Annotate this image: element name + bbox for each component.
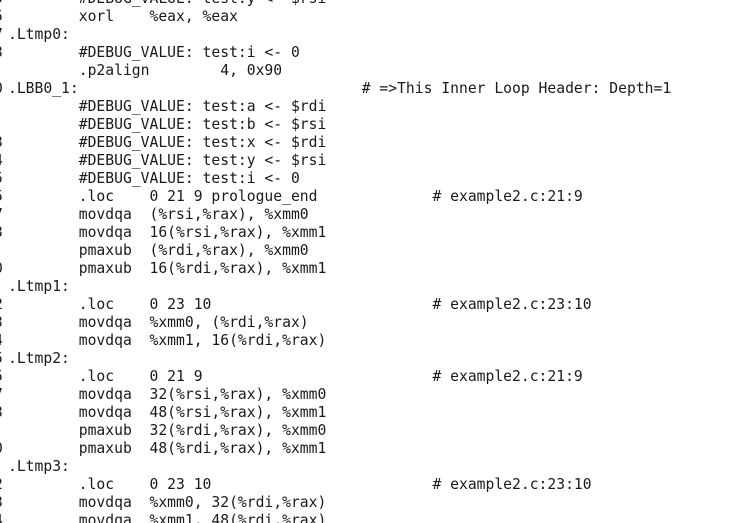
line-number-fragment: 4 (0, 512, 4, 523)
code-line: 3 #DEBUG_VALUE: test:i <- 0 (0, 44, 749, 62)
line-number-fragment: 5 (0, 350, 4, 368)
code-line: 7.Ltmp0: (0, 26, 749, 44)
code-text: .Ltmp3: (8, 458, 70, 475)
code-text: movdqa (%rsi,%rax), %xmm0 (8, 206, 309, 223)
code-text: pmaxub 48(%rdi,%rax), %xmm1 (8, 440, 327, 457)
code-line: 7 movdqa 32(%rsi,%rax), %xmm0 (0, 386, 749, 404)
code-line: 4 movdqa %xmm1, 48(%rdi,%rax) (0, 512, 749, 523)
code-line: 3 movdqa %xmm0, 32(%rdi,%rax) (0, 494, 749, 512)
code-text: movdqa 16(%rsi,%rax), %xmm1 (8, 224, 327, 241)
code-text: #DEBUG_VALUE: test:y <- $rsi (8, 0, 327, 8)
code-text: #DEBUG_VALUE: test:a <- $rdi (8, 98, 327, 115)
assembly-listing-viewer: 5 #DEBUG_VALUE: test:y <- $rsi5 xorl %ea… (0, 0, 749, 523)
code-text: movdqa %xmm0, (%rdi,%rax) (8, 314, 309, 331)
code-line: #DEBUG_VALUE: test:b <- $rsi (0, 116, 749, 134)
code-text: movdqa %xmm0, 32(%rdi,%rax) (8, 494, 327, 511)
code-text: movdqa 48(%rsi,%rax), %xmm1 (8, 404, 327, 421)
code-line: 3 movdqa 16(%rsi,%rax), %xmm1 (0, 224, 749, 242)
line-number-fragment: 3 (0, 44, 4, 62)
code-line: pmaxub 32(%rdi,%rax), %xmm0 (0, 422, 749, 440)
line-number-fragment: 2 (0, 476, 4, 494)
line-number-fragment: 5 (0, 368, 4, 386)
code-text: .Ltmp2: (8, 350, 70, 367)
code-line: 3 movdqa 48(%rsi,%rax), %xmm1 (0, 404, 749, 422)
code-line: 4 #DEBUG_VALUE: test:y <- $rsi (0, 152, 749, 170)
code-line: .p2align 4, 0x90 (0, 62, 749, 80)
code-text: #DEBUG_VALUE: test:i <- 0 (8, 44, 300, 61)
code-text: .LBB0_1: # =>This Inner Loop Header: Dep… (8, 80, 672, 97)
code-line: 0 pmaxub 16(%rdi,%rax), %xmm1 (0, 260, 749, 278)
code-line: 2 .loc 0 23 10 # example2.c:23:10 (0, 296, 749, 314)
code-lines: 5 #DEBUG_VALUE: test:y <- $rsi5 xorl %ea… (0, 0, 749, 523)
line-number-fragment: 3 (0, 404, 4, 422)
line-number-fragment: 0 (0, 440, 4, 458)
code-text: .loc 0 21 9 # example2.c:21:9 (8, 368, 583, 385)
line-number-fragment: 5 (0, 188, 4, 206)
code-line: pmaxub (%rdi,%rax), %xmm0 (0, 242, 749, 260)
line-number-fragment: 4 (0, 332, 4, 350)
code-text: movdqa 32(%rsi,%rax), %xmm0 (8, 386, 327, 403)
code-line: 0 pmaxub 48(%rdi,%rax), %xmm1 (0, 440, 749, 458)
line-number-fragment: 0 (0, 260, 4, 278)
code-line: 5 #DEBUG_VALUE: test:y <- $rsi (0, 0, 749, 8)
code-line: .Ltmp1: (0, 278, 749, 296)
code-line: 7 movdqa (%rsi,%rax), %xmm0 (0, 206, 749, 224)
code-line: #DEBUG_VALUE: test:a <- $rdi (0, 98, 749, 116)
code-text: xorl %eax, %eax (8, 8, 238, 25)
line-number-fragment: 7 (0, 206, 4, 224)
code-line: 5 #DEBUG_VALUE: test:i <- 0 (0, 170, 749, 188)
code-text: .Ltmp0: (8, 26, 70, 43)
line-number-fragment: 4 (0, 152, 4, 170)
line-number-fragment: 3 (0, 224, 4, 242)
code-line: .Ltmp3: (0, 458, 749, 476)
line-number-fragment: 5 (0, 8, 4, 26)
code-text: pmaxub 32(%rdi,%rax), %xmm0 (8, 422, 327, 439)
code-text: .loc 0 21 9 prologue_end # example2.c:21… (8, 188, 583, 205)
code-text: .Ltmp1: (8, 278, 70, 295)
line-number-fragment: 5 (0, 170, 4, 188)
code-text: pmaxub 16(%rdi,%rax), %xmm1 (8, 260, 327, 277)
line-number-fragment: 3 (0, 494, 4, 512)
code-line: 5 .loc 0 21 9 # example2.c:21:9 (0, 368, 749, 386)
line-number-fragment: 7 (0, 26, 4, 44)
code-text: #DEBUG_VALUE: test:y <- $rsi (8, 152, 327, 169)
code-text: movdqa %xmm1, 16(%rdi,%rax) (8, 332, 327, 349)
code-line: 2 .loc 0 23 10 # example2.c:23:10 (0, 476, 749, 494)
line-number-fragment: 3 (0, 314, 4, 332)
code-text: .loc 0 23 10 # example2.c:23:10 (8, 476, 592, 493)
line-number-fragment: 2 (0, 296, 4, 314)
line-number-fragment: 0 (0, 80, 4, 98)
code-text: #DEBUG_VALUE: test:b <- $rsi (8, 116, 327, 133)
code-line: 3 movdqa %xmm0, (%rdi,%rax) (0, 314, 749, 332)
code-text: pmaxub (%rdi,%rax), %xmm0 (8, 242, 309, 259)
line-number-fragment: 5 (0, 0, 4, 8)
code-text: .p2align 4, 0x90 (8, 62, 283, 79)
code-line: 5 xorl %eax, %eax (0, 8, 749, 26)
code-line: 3 #DEBUG_VALUE: test:x <- $rdi (0, 134, 749, 152)
code-text: #DEBUG_VALUE: test:x <- $rdi (8, 134, 327, 151)
code-line: 5 .loc 0 21 9 prologue_end # example2.c:… (0, 188, 749, 206)
code-line: 5.Ltmp2: (0, 350, 749, 368)
code-text: movdqa %xmm1, 48(%rdi,%rax) (8, 512, 327, 523)
code-line: 4 movdqa %xmm1, 16(%rdi,%rax) (0, 332, 749, 350)
code-text: .loc 0 23 10 # example2.c:23:10 (8, 296, 592, 313)
line-number-fragment: 7 (0, 386, 4, 404)
code-line: 0.LBB0_1: # =>This Inner Loop Header: De… (0, 80, 749, 98)
code-text: #DEBUG_VALUE: test:i <- 0 (8, 170, 300, 187)
line-number-fragment: 3 (0, 134, 4, 152)
